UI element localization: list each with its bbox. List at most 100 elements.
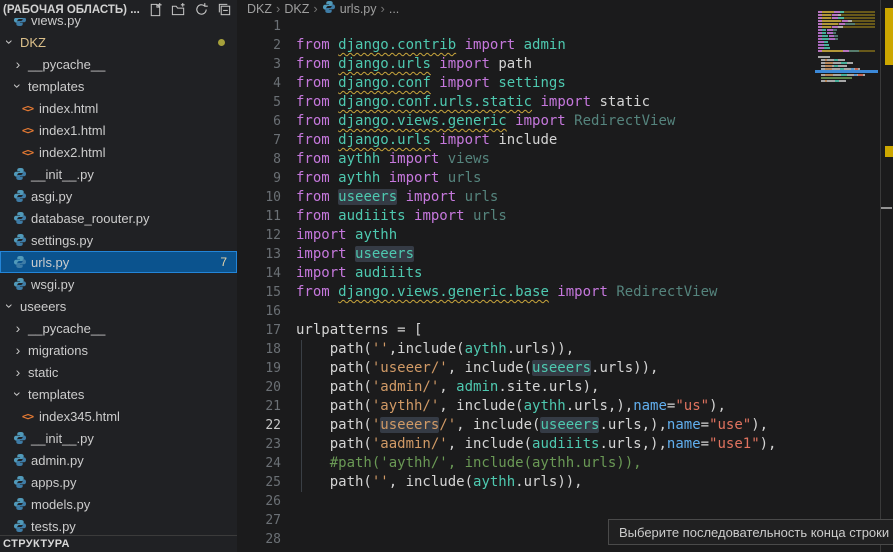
minimap[interactable] bbox=[818, 8, 875, 92]
code-line-16[interactable]: 16 bbox=[237, 302, 813, 321]
tree-item-static[interactable]: ›static bbox=[0, 361, 237, 383]
new-file-icon[interactable] bbox=[148, 2, 163, 17]
code-line-11[interactable]: 11from audiiits import urls bbox=[237, 207, 813, 226]
code-line-9[interactable]: 9from aythh import urls bbox=[237, 169, 813, 188]
code-line-18[interactable]: 18 path('',include(aythh.urls)), bbox=[237, 340, 813, 359]
minimap-line bbox=[818, 26, 875, 28]
python-file-icon bbox=[11, 519, 28, 533]
tree-item-__init__.py[interactable]: __init__.py bbox=[0, 427, 237, 449]
chevron-right-icon: › bbox=[11, 321, 25, 335]
code-line-2[interactable]: 2from django.contrib import admin bbox=[237, 36, 813, 55]
tree-item-label: __pycache__ bbox=[28, 321, 105, 336]
tree-item-index345.html[interactable]: <>index345.html bbox=[0, 405, 237, 427]
tree-item-useeers[interactable]: ›useeers bbox=[0, 295, 237, 317]
breadcrumb-item-DKZ[interactable]: DKZ bbox=[247, 2, 272, 16]
tree-item-label: settings.py bbox=[31, 233, 93, 248]
tree-item-label: database_roouter.py bbox=[31, 211, 150, 226]
line-number: 28 bbox=[237, 530, 281, 549]
code-line-13[interactable]: 13import useeers bbox=[237, 245, 813, 264]
minimap-line bbox=[818, 29, 875, 31]
tree-item-label: apps.py bbox=[31, 475, 77, 490]
python-file-icon bbox=[11, 497, 28, 511]
code-line-7[interactable]: 7from django.urls import include bbox=[237, 131, 813, 150]
code-line-14[interactable]: 14import audiiits bbox=[237, 264, 813, 283]
tree-item-index2.html[interactable]: <>index2.html bbox=[0, 141, 237, 163]
minimap-line bbox=[818, 14, 875, 16]
tree-item-wsgi.py[interactable]: wsgi.py bbox=[0, 273, 237, 295]
line-content: path('aadmin/', include(audiiits.urls,),… bbox=[296, 435, 776, 454]
line-number: 24 bbox=[237, 454, 281, 473]
minimap-line bbox=[818, 20, 875, 22]
tree-item-views.py[interactable]: views.py bbox=[0, 18, 237, 31]
line-content: urlpatterns = [ bbox=[296, 321, 422, 340]
tree-item-__pycache__[interactable]: ›__pycache__ bbox=[0, 53, 237, 75]
ruler-mark-cursor bbox=[881, 207, 892, 209]
code-line-3[interactable]: 3from django.urls import path bbox=[237, 55, 813, 74]
code-line-20[interactable]: 20 path('admin/', admin.site.urls), bbox=[237, 378, 813, 397]
tree-item-migrations[interactable]: ›migrations bbox=[0, 339, 237, 361]
minimap-line bbox=[818, 80, 875, 82]
line-number: 2 bbox=[237, 36, 281, 55]
code-line-8[interactable]: 8from aythh import views bbox=[237, 150, 813, 169]
tree-item-database_roouter.py[interactable]: database_roouter.py bbox=[0, 207, 237, 229]
code-line-12[interactable]: 12import aythh bbox=[237, 226, 813, 245]
minimap-line bbox=[818, 89, 875, 91]
code-line-25[interactable]: 25 path('', include(aythh.urls)), bbox=[237, 473, 813, 492]
breadcrumb-label: urls.py bbox=[340, 2, 377, 16]
eol-tooltip: Выберите последовательность конца строки bbox=[608, 519, 893, 545]
tree-item-settings.py[interactable]: settings.py bbox=[0, 229, 237, 251]
minimap-line bbox=[818, 11, 875, 13]
code-line-4[interactable]: 4from django.conf import settings bbox=[237, 74, 813, 93]
tree-item-tests.py[interactable]: tests.py bbox=[0, 515, 237, 535]
line-content: path('aythh/', include(aythh.urls,),name… bbox=[296, 397, 726, 416]
code-line-10[interactable]: 10from useeers import urls bbox=[237, 188, 813, 207]
tree-item-DKZ[interactable]: ›DKZ bbox=[0, 31, 237, 53]
tree-item-apps.py[interactable]: apps.py bbox=[0, 471, 237, 493]
tree-item-label: admin.py bbox=[31, 453, 84, 468]
outline-section-header[interactable]: СТРУКТУРА bbox=[0, 535, 237, 552]
code-line-21[interactable]: 21 path('aythh/', include(aythh.urls,),n… bbox=[237, 397, 813, 416]
explorer-section-header[interactable]: (РАБОЧАЯ ОБЛАСТЬ) ... bbox=[0, 0, 237, 18]
tree-item-templates[interactable]: ›templates bbox=[0, 383, 237, 405]
breadcrumb-item-DKZ[interactable]: DKZ bbox=[284, 2, 309, 16]
overview-ruler bbox=[880, 0, 893, 552]
code-line-23[interactable]: 23 path('aadmin/', include(audiiits.urls… bbox=[237, 435, 813, 454]
tree-item-label: index2.html bbox=[39, 145, 105, 160]
line-content: from aythh import views bbox=[296, 150, 490, 169]
code-line-1[interactable]: 1 bbox=[237, 17, 813, 36]
code-line-5[interactable]: 5from django.conf.urls.static import sta… bbox=[237, 93, 813, 112]
new-folder-icon[interactable] bbox=[171, 2, 186, 17]
file-tree: views.py›DKZ›__pycache__›templates<>inde… bbox=[0, 18, 237, 535]
python-file-icon bbox=[11, 18, 28, 27]
tree-item-__init__.py[interactable]: __init__.py bbox=[0, 163, 237, 185]
code-line-19[interactable]: 19 path('useeer/', include(useeers.urls)… bbox=[237, 359, 813, 378]
code-line-15[interactable]: 15from django.views.generic.base import … bbox=[237, 283, 813, 302]
line-content: path('',include(aythh.urls)), bbox=[296, 340, 574, 359]
vscode-window: (РАБОЧАЯ ОБЛАСТЬ) ... views.py›DKZ›__pyc… bbox=[0, 0, 893, 552]
tree-item-label: wsgi.py bbox=[31, 277, 74, 292]
code-line-24[interactable]: 24 #path('aythh/', include(aythh.urls)), bbox=[237, 454, 813, 473]
minimap-line bbox=[818, 50, 875, 52]
breadcrumb-item-urls.py[interactable]: urls.py bbox=[322, 0, 377, 17]
code-line-17[interactable]: 17urlpatterns = [ bbox=[237, 321, 813, 340]
tree-item-admin.py[interactable]: admin.py bbox=[0, 449, 237, 471]
minimap-line bbox=[818, 77, 875, 79]
tree-item-urls.py[interactable]: urls.py7 bbox=[0, 251, 237, 273]
collapse-all-icon[interactable] bbox=[217, 2, 232, 17]
code-line-6[interactable]: 6from django.views.generic import Redire… bbox=[237, 112, 813, 131]
tree-item-templates[interactable]: ›templates bbox=[0, 75, 237, 97]
code-line-26[interactable]: 26 bbox=[237, 492, 813, 511]
workspace-title: (РАБОЧАЯ ОБЛАСТЬ) ... bbox=[3, 4, 144, 16]
code-area[interactable]: 12from django.contrib import admin3from … bbox=[237, 17, 813, 549]
line-content: from aythh import urls bbox=[296, 169, 481, 188]
tree-item-__pycache__[interactable]: ›__pycache__ bbox=[0, 317, 237, 339]
breadcrumb-item-...[interactable]: ... bbox=[389, 2, 399, 16]
minimap-line bbox=[818, 8, 875, 10]
tree-item-index1.html[interactable]: <>index1.html bbox=[0, 119, 237, 141]
tree-item-models.py[interactable]: models.py bbox=[0, 493, 237, 515]
tree-item-index.html[interactable]: <>index.html bbox=[0, 97, 237, 119]
refresh-icon[interactable] bbox=[194, 2, 209, 17]
minimap-line bbox=[818, 74, 875, 76]
tree-item-asgi.py[interactable]: asgi.py bbox=[0, 185, 237, 207]
code-line-22[interactable]: 22 path('useeers/', include(useeers.urls… bbox=[237, 416, 813, 435]
